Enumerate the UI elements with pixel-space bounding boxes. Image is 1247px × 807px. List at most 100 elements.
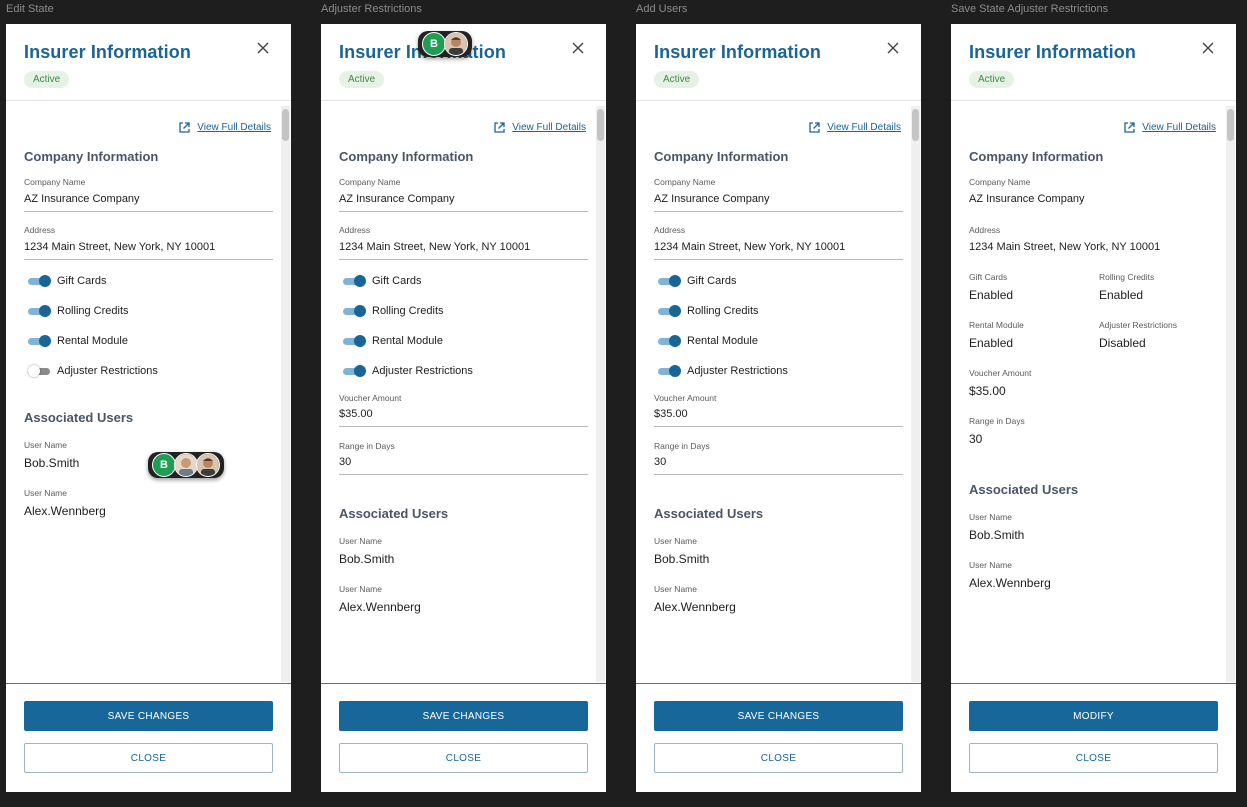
avatar-icon: [444, 32, 468, 56]
voucher-amount-field[interactable]: $35.00: [339, 408, 588, 427]
frame-label-add-users: Add Users: [636, 3, 688, 15]
status-badge: Active: [969, 71, 1015, 88]
avatar-icon: [196, 453, 220, 477]
external-link-icon: [494, 122, 505, 133]
scrollbar[interactable]: [1226, 106, 1235, 682]
rental-module-toggle[interactable]: [28, 335, 54, 347]
adjuster-restrictions-summary: Adjuster Restrictions Disabled: [1099, 320, 1177, 350]
address-label: Address: [969, 225, 1001, 235]
adjuster-restrictions-toggle-row[interactable]: Adjuster Restrictions: [28, 365, 158, 377]
collaborator-cursor: B: [418, 31, 472, 57]
collaborator-cursor: B: [148, 452, 224, 478]
rental-module-toggle-row[interactable]: Rental Module: [28, 335, 128, 347]
header-divider: [636, 100, 921, 101]
rolling-credits-label: Rolling Credits: [687, 305, 759, 317]
rolling-credits-toggle-row[interactable]: Rolling Credits: [658, 305, 759, 317]
rental-module-toggle[interactable]: [658, 335, 684, 347]
address-field[interactable]: 1234 Main Street, New York, NY 10001: [339, 241, 588, 260]
range-in-days-field[interactable]: 30: [339, 456, 588, 475]
modify-button[interactable]: MODIFY: [969, 701, 1218, 731]
scrollbar[interactable]: [911, 106, 920, 682]
frame-label-edit-state: Edit State: [6, 3, 54, 15]
close-button[interactable]: CLOSE: [654, 743, 903, 773]
rolling-credits-toggle[interactable]: [28, 305, 54, 317]
rental-module-toggle-row[interactable]: Rental Module: [658, 335, 758, 347]
save-changes-button[interactable]: SAVE CHANGES: [654, 701, 903, 731]
frame-label-save-state: Save State Adjuster Restrictions: [951, 3, 1109, 15]
scrollbar[interactable]: [281, 106, 290, 682]
rolling-credits-toggle-row[interactable]: Rolling Credits: [343, 305, 444, 317]
rental-module-label: Rental Module: [57, 335, 128, 347]
gift-cards-toggle[interactable]: [658, 275, 684, 287]
gift-cards-toggle-row[interactable]: Gift Cards: [658, 275, 737, 287]
adjuster-restrictions-toggle[interactable]: [658, 365, 684, 377]
scrollbar-thumb[interactable]: [912, 109, 919, 141]
insurer-panel-add-users: Insurer Information Active View Full Det…: [636, 24, 921, 792]
rolling-credits-label: Rolling Credits: [372, 305, 444, 317]
user-name-label: User Name: [24, 488, 67, 498]
address-label: Address: [654, 225, 686, 235]
close-icon[interactable]: [570, 40, 586, 56]
panel-title: Insurer Information: [969, 42, 1136, 62]
gift-cards-toggle-row[interactable]: Gift Cards: [343, 275, 422, 287]
address-field[interactable]: 1234 Main Street, New York, NY 10001: [654, 241, 903, 260]
user-name-label: User Name: [24, 440, 67, 450]
adjuster-restrictions-toggle-row[interactable]: Adjuster Restrictions: [343, 365, 473, 377]
save-changes-button[interactable]: SAVE CHANGES: [24, 701, 273, 731]
company-name-field[interactable]: AZ Insurance Company: [339, 193, 588, 212]
range-in-days-label: Range in Days: [339, 441, 395, 451]
status-badge: Active: [654, 71, 700, 88]
company-name-field[interactable]: AZ Insurance Company: [654, 193, 903, 212]
rental-module-toggle[interactable]: [343, 335, 369, 347]
scrollbar[interactable]: [596, 106, 605, 682]
voucher-amount-label: Voucher Amount: [339, 393, 402, 403]
range-in-days-field[interactable]: 30: [654, 456, 903, 475]
close-button[interactable]: CLOSE: [969, 743, 1218, 773]
scrollbar-thumb[interactable]: [597, 109, 604, 141]
voucher-amount-field[interactable]: $35.00: [654, 408, 903, 427]
adjuster-restrictions-summary-label: Adjuster Restrictions: [1099, 320, 1177, 330]
adjuster-restrictions-toggle[interactable]: [28, 365, 54, 377]
close-icon[interactable]: [1200, 40, 1216, 56]
close-icon[interactable]: [255, 40, 271, 56]
user-name-value: Bob.Smith: [339, 552, 395, 566]
address-field[interactable]: 1234 Main Street, New York, NY 10001: [24, 241, 273, 260]
user-name-value: Alex.Wennberg: [969, 576, 1051, 590]
adjuster-restrictions-toggle-row[interactable]: Adjuster Restrictions: [658, 365, 788, 377]
gift-cards-toggle[interactable]: [28, 275, 54, 287]
gift-cards-toggle[interactable]: [343, 275, 369, 287]
rental-module-label: Rental Module: [372, 335, 443, 347]
view-full-details-link[interactable]: View Full Details: [1123, 121, 1216, 134]
rolling-credits-summary-value: Enabled: [1099, 288, 1144, 302]
scrollbar-thumb[interactable]: [282, 109, 289, 141]
status-badge: Active: [24, 71, 70, 88]
close-button[interactable]: CLOSE: [24, 743, 273, 773]
view-full-details-link[interactable]: View Full Details: [493, 121, 586, 134]
view-full-details-link[interactable]: View Full Details: [178, 121, 271, 134]
rolling-credits-toggle-row[interactable]: Rolling Credits: [28, 305, 129, 317]
voucher-amount-summary: Voucher Amount $35.00: [969, 368, 1031, 398]
address-value: 1234 Main Street, New York, NY 10001: [969, 241, 1161, 253]
panel-header: Insurer Information Active: [969, 40, 1218, 88]
range-in-days-summary: Range in Days 30: [969, 416, 1025, 446]
company-name-label: Company Name: [339, 177, 401, 187]
rolling-credits-toggle[interactable]: [343, 305, 369, 317]
company-name-field[interactable]: AZ Insurance Company: [24, 193, 273, 212]
close-icon[interactable]: [885, 40, 901, 56]
scrollbar-thumb[interactable]: [1227, 109, 1234, 141]
view-full-details-link[interactable]: View Full Details: [808, 121, 901, 134]
rental-module-summary: Rental Module Enabled: [969, 320, 1024, 350]
view-full-details-label: View Full Details: [1142, 122, 1216, 133]
adjuster-restrictions-toggle[interactable]: [343, 365, 369, 377]
close-button[interactable]: CLOSE: [339, 743, 588, 773]
save-changes-button[interactable]: SAVE CHANGES: [339, 701, 588, 731]
voucher-amount-value: $35.00: [969, 384, 1006, 398]
view-full-details-label: View Full Details: [512, 122, 586, 133]
rolling-credits-summary-label: Rolling Credits: [1099, 272, 1155, 282]
gift-cards-toggle-row[interactable]: Gift Cards: [28, 275, 107, 287]
rental-module-toggle-row[interactable]: Rental Module: [343, 335, 443, 347]
panel-header: Insurer Information Active: [24, 40, 273, 88]
gift-cards-label: Gift Cards: [687, 275, 737, 287]
rolling-credits-toggle[interactable]: [658, 305, 684, 317]
address-label: Address: [339, 225, 371, 235]
